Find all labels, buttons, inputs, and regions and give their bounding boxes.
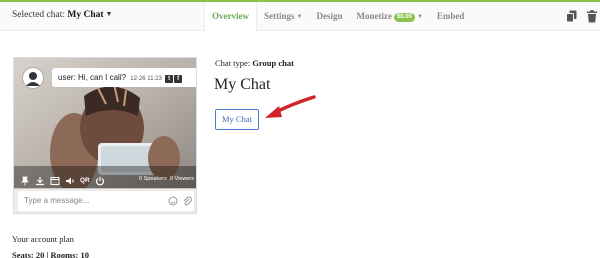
tab-settings[interactable]: Settings ▼ — [257, 2, 309, 31]
attachment-icon[interactable] — [182, 196, 192, 206]
red-arrow-icon — [265, 95, 316, 118]
pin-icon[interactable] — [20, 176, 30, 186]
selected-chat-label: Selected chat: — [12, 10, 66, 20]
tab-design[interactable]: Design — [309, 2, 349, 31]
chat-preview: user: Hi, can I call? 12-26 11:23 tf QR … — [13, 57, 197, 214]
main-nav: Overview Settings ▼ Design Monetize $0.00 ▼… — [204, 2, 471, 31]
qr-button[interactable]: QR — [80, 177, 90, 184]
tab-design-label: Design — [316, 11, 343, 21]
seats-label: Seats: — [12, 250, 34, 258]
user-avatar-icon — [26, 72, 40, 86]
facebook-icon[interactable]: f — [174, 75, 183, 83]
speakers-label: Speakers — [143, 176, 167, 182]
plan-title: Your account plan — [12, 234, 74, 244]
copy-icon[interactable] — [566, 10, 578, 23]
tab-embed[interactable]: Embed — [430, 2, 472, 31]
trash-icon[interactable] — [586, 10, 598, 23]
open-chat-button[interactable]: My Chat — [215, 109, 259, 130]
chat-type-value: Group chat — [252, 58, 294, 68]
chat-type: Chat type: Group chat — [215, 58, 294, 68]
caret-down-icon: ▼ — [105, 10, 113, 18]
selected-chat-value: My Chat — [67, 10, 104, 20]
message-author: user: — [58, 73, 76, 82]
user-avatar — [22, 67, 44, 89]
caret-down-icon: ▼ — [416, 14, 423, 20]
rooms-value: 10 — [80, 250, 89, 258]
plan-separator: | — [46, 250, 49, 258]
message-input[interactable]: Type a message... — [18, 191, 194, 211]
audience-stats: 0 Speakers 0 Viewers — [139, 176, 194, 182]
power-icon[interactable] — [95, 176, 105, 186]
rooms-label: Rooms: — [50, 250, 79, 258]
tab-overview[interactable]: Overview — [204, 2, 257, 31]
seats-value: 20 — [35, 250, 45, 258]
chat-type-label: Chat type: — [215, 58, 251, 68]
tab-settings-label: Settings — [263, 11, 295, 21]
message-text: Hi, can I call? — [78, 73, 127, 82]
balance-badge: $0.00 — [393, 13, 415, 22]
tab-monetize-label: Monetize — [356, 11, 392, 21]
top-bar: Selected chat: My Chat ▼ Overview Setting… — [0, 0, 600, 31]
message-input-placeholder: Type a message... — [24, 196, 90, 205]
speakers-count: 0 — [139, 176, 143, 182]
viewers-count: 0 — [169, 176, 173, 182]
chat-title: My Chat — [214, 76, 271, 93]
tab-overview-label: Overview — [212, 11, 249, 21]
chat-message: user: Hi, can I call? 12-26 11:23 tf — [52, 68, 196, 87]
download-icon[interactable] — [35, 176, 45, 186]
window-icon[interactable] — [50, 176, 60, 186]
emoji-icon[interactable] — [168, 196, 178, 206]
caret-down-icon: ▼ — [296, 14, 303, 20]
twitter-icon[interactable]: t — [165, 75, 174, 83]
volume-icon[interactable] — [65, 176, 75, 186]
tab-monetize[interactable]: Monetize $0.00 ▼ — [349, 2, 429, 31]
viewers-label: Viewers — [174, 176, 194, 182]
plan-limits: Seats: 20 | Rooms: 10 — [12, 250, 89, 258]
message-time: 12-26 11:23 — [130, 76, 162, 82]
chat-toolbar: QR 0 Speakers 0 Viewers — [14, 172, 196, 189]
tab-embed-label: Embed — [436, 11, 465, 21]
chat-selector[interactable]: Selected chat: My Chat ▼ — [12, 10, 112, 20]
